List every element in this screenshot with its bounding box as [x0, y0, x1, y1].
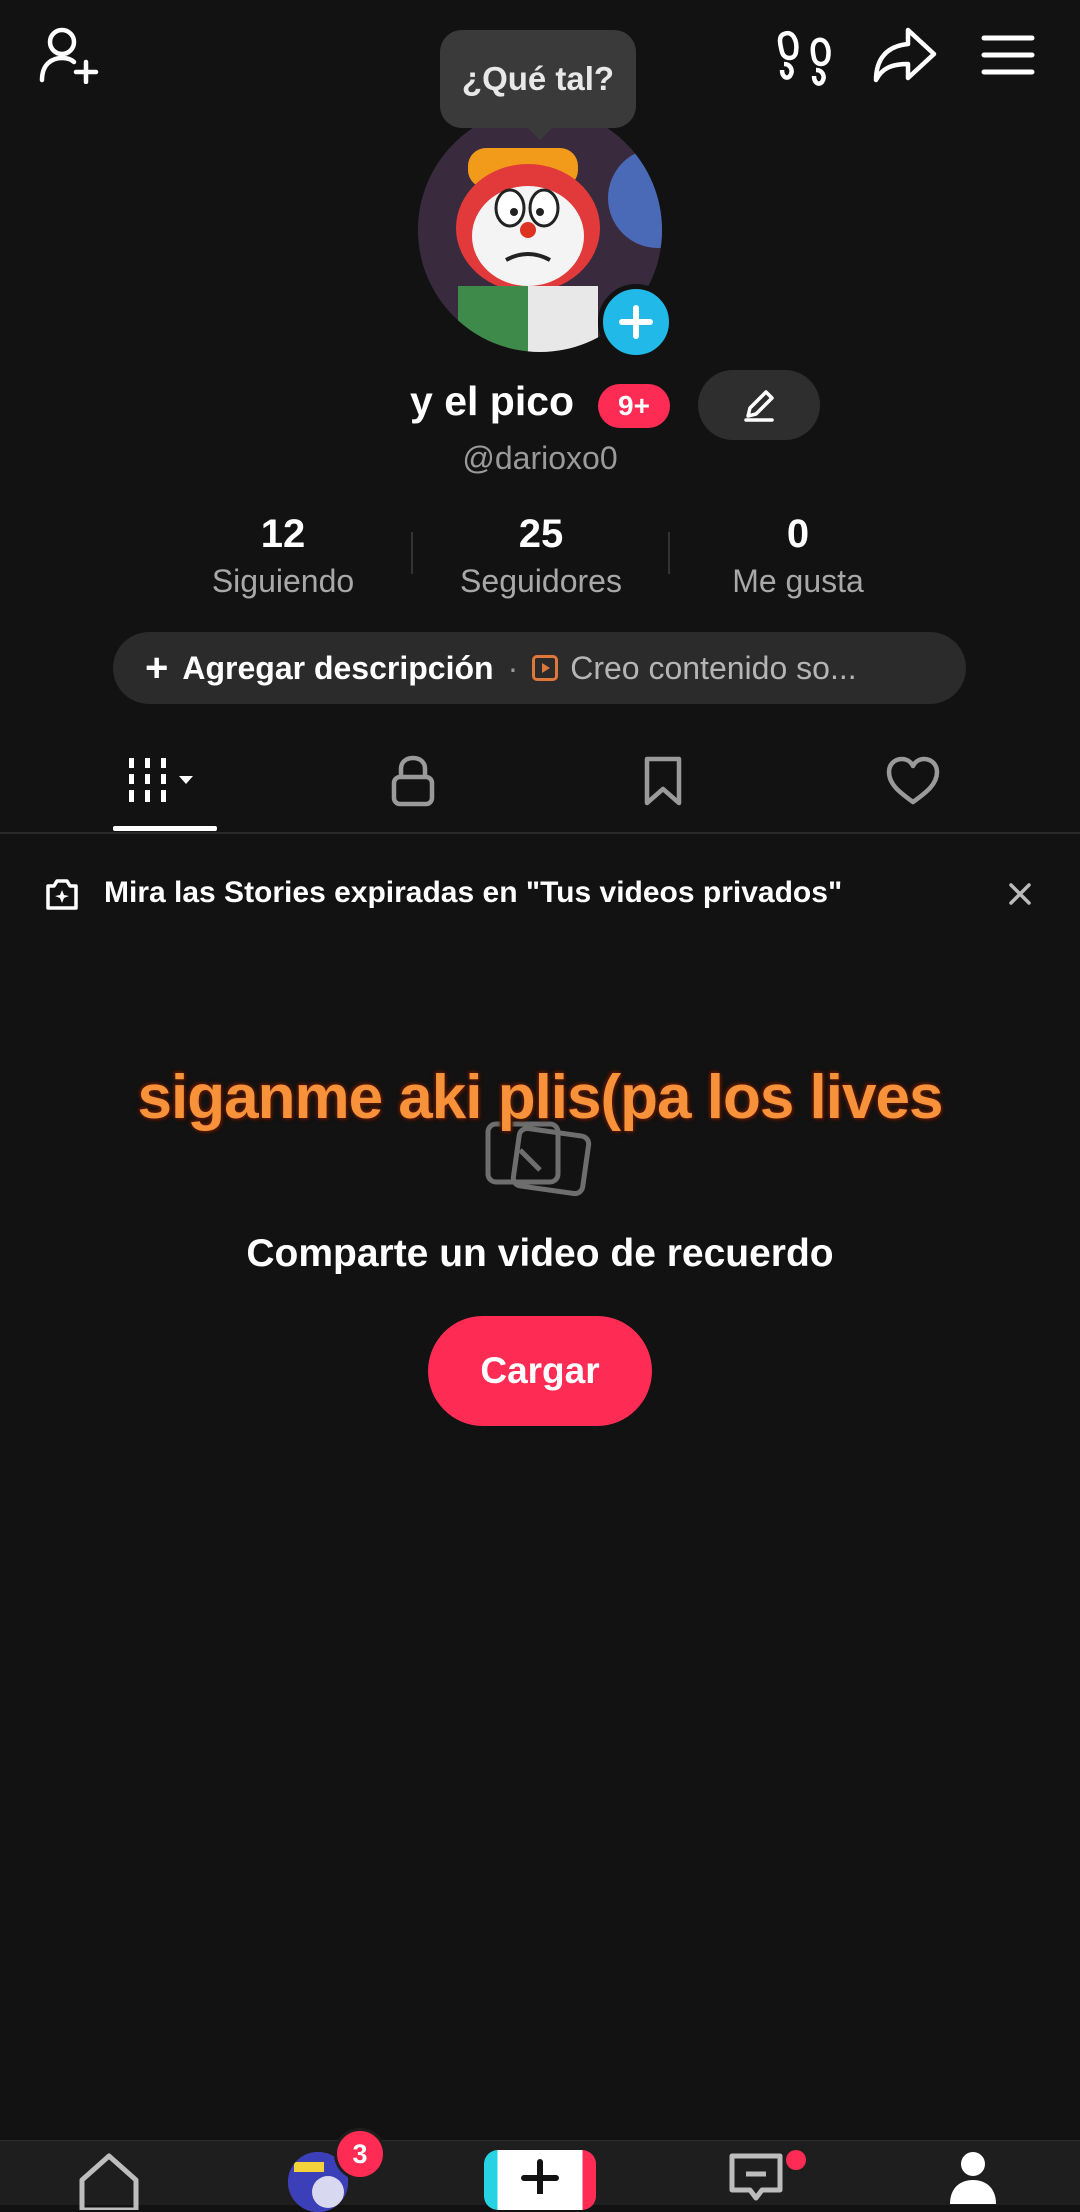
close-icon[interactable]	[1000, 874, 1040, 914]
tab-videos[interactable]	[95, 740, 235, 822]
add-description-button[interactable]: Agregar descripción	[182, 650, 493, 687]
inbox-notification-dot	[786, 2150, 806, 2170]
plus-icon	[518, 2150, 562, 2194]
bio-pill[interactable]: + Agregar descripción · Creo contenido s…	[113, 632, 966, 704]
stories-banner-text[interactable]: Mira las Stories expiradas en "Tus video…	[104, 876, 842, 910]
separator: ·	[507, 649, 519, 686]
share-icon[interactable]	[870, 24, 940, 86]
inbox-icon[interactable]	[726, 2150, 786, 2204]
stat-following[interactable]: 12 Siguiendo	[183, 508, 383, 602]
stat-followers[interactable]: 25 Seguidores	[441, 508, 641, 602]
tab-liked[interactable]	[843, 740, 983, 822]
following-count: 12	[260, 512, 306, 556]
display-name: y el pico	[410, 378, 575, 424]
friends-badge: 3	[334, 2128, 386, 2180]
creator-category[interactable]: Creo contenido so...	[570, 650, 856, 687]
grid-icon	[125, 756, 205, 806]
edit-profile-button[interactable]	[698, 370, 820, 440]
followers-count: 25	[518, 512, 564, 556]
stat-divider	[411, 532, 413, 574]
footprints-icon[interactable]	[772, 26, 838, 88]
tooltip-arrow	[526, 126, 554, 140]
tabs-divider	[0, 832, 1080, 834]
heart-icon	[885, 756, 941, 806]
tab-saved[interactable]	[593, 740, 733, 822]
stories-icon	[42, 874, 82, 914]
plus-icon: +	[145, 646, 169, 690]
stat-divider	[668, 532, 670, 574]
create-button[interactable]	[484, 2150, 596, 2210]
notification-badge[interactable]: 9+	[598, 384, 670, 428]
pencil-icon	[740, 386, 778, 424]
overlay-caption: siganme aki plis(pa los lives	[137, 1063, 944, 1132]
add-friend-icon[interactable]	[38, 26, 104, 84]
followers-label: Seguidores	[460, 563, 622, 599]
tab-private[interactable]	[343, 740, 483, 822]
play-square-icon	[532, 655, 559, 681]
likes-count: 0	[786, 512, 810, 556]
profile-icon[interactable]	[948, 2150, 998, 2204]
bookmark-icon	[643, 755, 683, 807]
likes-label: Me gusta	[732, 563, 864, 599]
active-tab-indicator	[113, 826, 217, 831]
home-icon[interactable]	[74, 2150, 144, 2210]
menu-icon[interactable]	[978, 30, 1038, 80]
username: @darioxo0	[462, 440, 618, 476]
lock-icon	[390, 755, 436, 807]
greeting-tooltip: ¿Qué tal?	[440, 30, 636, 128]
empty-state-title: Comparte un video de recuerdo	[246, 1232, 834, 1275]
upload-button[interactable]: Cargar	[428, 1316, 652, 1426]
following-label: Siguiendo	[211, 563, 355, 599]
stat-likes[interactable]: 0 Me gusta	[698, 508, 898, 602]
add-story-button[interactable]	[598, 284, 674, 360]
